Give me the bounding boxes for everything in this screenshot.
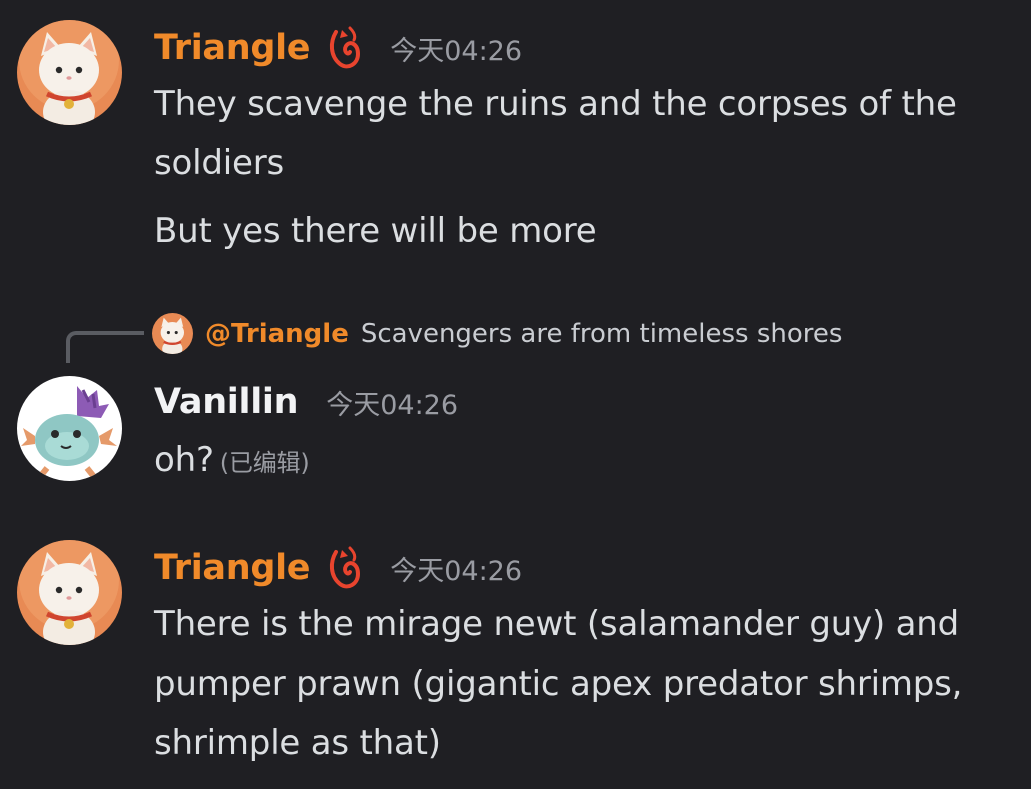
triangle-avatar[interactable] [17, 20, 122, 125]
message-header: Triangle 今天04:26 [154, 26, 522, 70]
message-text-line: soldiers [154, 143, 285, 183]
timestamp: 今天04:26 [326, 389, 459, 421]
message-text-line: oh? (已编辑) [154, 440, 310, 480]
reply-preview[interactable]: @Triangle Scavengers are from timeless s… [152, 313, 842, 354]
vanillin-avatar[interactable] [17, 376, 122, 481]
chat-message-list: Triangle 今天04:26 They scavenge the ruins… [0, 0, 1031, 789]
reply-text: Scavengers are from timeless shores [360, 318, 843, 349]
message-text-line: pumper prawn (gigantic apex predator shr… [154, 664, 963, 704]
message-text-line: shrimple as that) [154, 723, 441, 763]
flame-spiral-badge-icon[interactable] [328, 26, 362, 70]
username[interactable]: Triangle [154, 28, 311, 68]
flame-spiral-badge-icon[interactable] [328, 546, 362, 590]
message-header: Triangle 今天04:26 [154, 546, 522, 590]
message-text-line: There is the mirage newt (salamander guy… [154, 604, 960, 644]
message-header: Vanillin 今天04:26 [154, 382, 458, 422]
edited-marker: (已编辑) [219, 449, 310, 477]
reply-avatar [152, 313, 193, 354]
timestamp: 今天04:26 [390, 35, 523, 67]
message-text: oh? [154, 440, 214, 480]
message-text-line: But yes there will be more [154, 211, 597, 251]
triangle-avatar[interactable] [17, 540, 122, 645]
message-text-line: They scavenge the ruins and the corpses … [154, 84, 957, 124]
username[interactable]: Vanillin [154, 382, 299, 422]
timestamp: 今天04:26 [390, 555, 523, 587]
reply-connector-line [66, 331, 144, 363]
username[interactable]: Triangle [154, 548, 311, 588]
reply-mention[interactable]: @Triangle [205, 319, 349, 349]
